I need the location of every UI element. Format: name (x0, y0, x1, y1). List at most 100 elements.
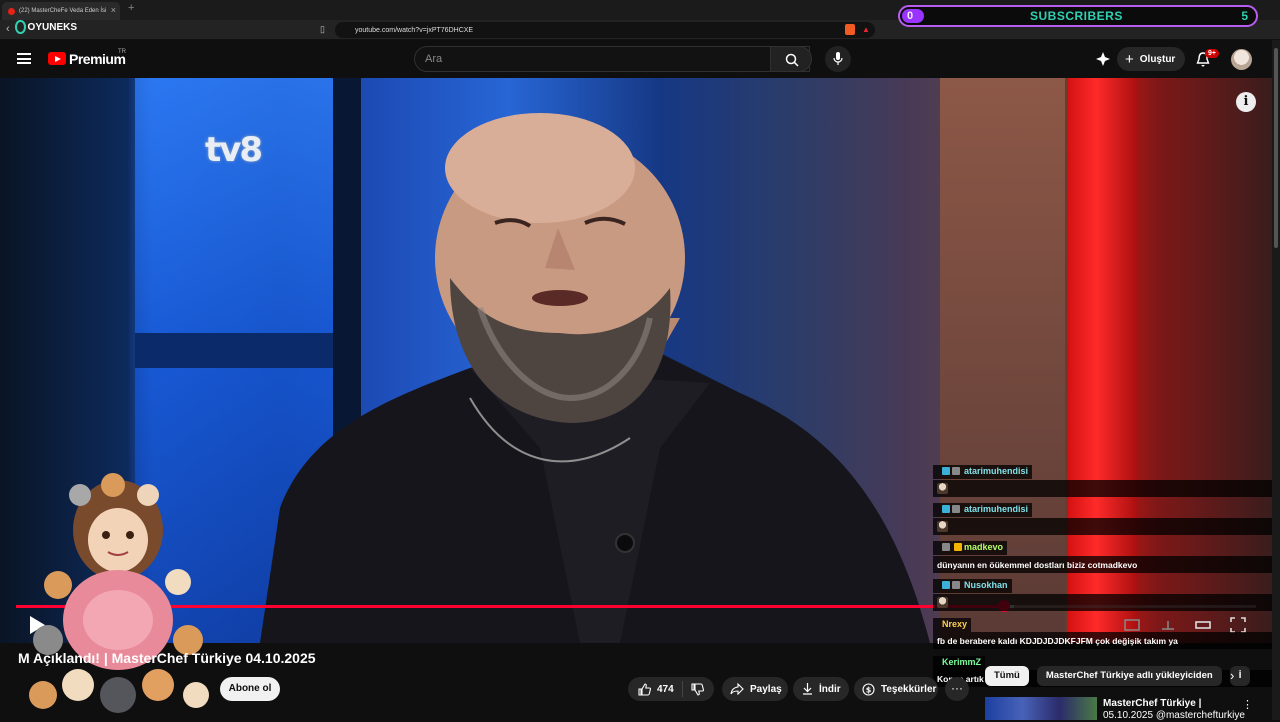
youtube-header: Premium TR Ara + Oluştur 9+ (0, 40, 1280, 78)
chat-username: atarimuhendisi (933, 502, 1033, 517)
chat-badge-icon (954, 543, 962, 551)
related-filter-chips: Tümü MasterChef Türkiye adlı yükleyiciden… (985, 666, 1251, 686)
country-code: TR (118, 49, 126, 55)
subscriber-goal: 5 (1241, 9, 1248, 23)
chat-badge-icon (942, 543, 950, 551)
subscriber-goal-widget: 0 SUBSCRIBERS 5 (898, 5, 1258, 27)
chat-username-text: KerimmZ (942, 657, 982, 667)
create-label: Oluştur (1139, 53, 1176, 65)
chat-username: KerimmZ (933, 655, 986, 670)
new-tab-icon[interactable]: + (128, 2, 134, 14)
chat-username-text: Nrexy (942, 619, 968, 629)
stream-chat-overlay: atarimuhendisi atarimuhendisi madkevo dünya… (933, 462, 1272, 690)
chat-body: fb de berabere kaldı KDJDJDJDKFJFM çok d… (933, 632, 1272, 649)
share-label: Paylaş (750, 683, 782, 695)
chat-text: fb de berabere kaldı KDJDJDJDKFJFM çok d… (937, 635, 1178, 646)
filter-chip[interactable]: MasterChef Türkiye adlı yükleyiciden (1036, 666, 1222, 686)
chevron-right-icon[interactable]: › (1230, 668, 1234, 683)
chat-emote-icon (937, 483, 948, 494)
youtube-logo-icon[interactable] (48, 52, 66, 65)
bookmark-icon[interactable]: ▯ (320, 24, 325, 35)
download-icon (803, 683, 812, 695)
chat-body (933, 518, 1272, 535)
chat-message: atarimuhendisi (933, 500, 1272, 535)
like-dislike-group: 474 (628, 677, 714, 701)
like-divider (681, 681, 683, 697)
recommended-thumbnail[interactable] (985, 697, 1097, 720)
oyuneks-logo: OYUNEKS (15, 16, 77, 38)
account-avatar[interactable] (1231, 49, 1252, 70)
youtube-favicon-icon (8, 7, 15, 15)
search-icon (785, 53, 799, 67)
chat-username-text: Nusokhan (964, 580, 1008, 590)
hamburger-menu-icon[interactable] (17, 53, 31, 64)
chat-message: Nusokhan (933, 576, 1272, 611)
page-scrollbar[interactable] (1272, 40, 1280, 720)
chat-badge-icon (942, 467, 950, 475)
svg-text:$: $ (866, 685, 872, 694)
chat-username: Nusokhan (933, 578, 1012, 593)
back-icon[interactable]: ‹ (6, 23, 10, 35)
search-input[interactable]: Ara (414, 46, 810, 72)
chat-username-text: atarimuhendisi (964, 466, 1029, 476)
kebab-menu-icon[interactable]: ⋮ (1242, 698, 1253, 711)
plus-icon: + (1125, 50, 1134, 68)
chat-username: madkevo (933, 540, 1008, 555)
recommended-title[interactable]: MasterChef Türkiye | 05.10.2025 @masterc… (1103, 698, 1245, 722)
chat-username: atarimuhendisi (933, 464, 1033, 479)
search-placeholder: Ara (425, 53, 443, 65)
sparkle-icon[interactable] (1096, 52, 1110, 66)
share-button[interactable]: Paylaş (722, 677, 788, 701)
chat-badge-icon (952, 581, 960, 589)
search-button[interactable] (770, 46, 812, 72)
chat-username-text: madkevo (964, 542, 1004, 552)
brave-shield-icon[interactable] (845, 24, 855, 35)
like-count[interactable]: 474 (657, 684, 674, 695)
chat-emote-icon (937, 597, 948, 608)
chat-badge-icon (952, 505, 960, 513)
scrollbar-thumb[interactable] (1274, 48, 1278, 248)
thanks-label: Teşekkürler (881, 683, 937, 695)
create-button[interactable]: + Oluştur (1117, 47, 1185, 71)
subscribe-button[interactable]: Abone ol (220, 677, 280, 701)
subscriber-current: 0 (907, 10, 914, 22)
chat-badge-icon (952, 467, 960, 475)
tab-close-icon[interactable]: × (111, 5, 116, 15)
video-title: M Açıklandı! | MasterChef Türkiye 04.10.… (18, 650, 316, 666)
notification-badge: 9+ (1205, 49, 1219, 58)
chat-text: dünyanın en öükemmel dostları biziz cotm… (937, 559, 1138, 570)
recommended-subtitle: 05.10.2025 @masterchefturkiye (1103, 710, 1245, 721)
youtube-brand[interactable]: Premium (69, 51, 126, 67)
super-thanks-icon: $ (862, 682, 875, 696)
subscriber-label: SUBSCRIBERS (1030, 9, 1123, 23)
microphone-icon (833, 52, 843, 65)
url-text: youtube.com/watch?v=jxPT76DHCXE (355, 26, 474, 34)
chat-username-text: atarimuhendisi (964, 504, 1029, 514)
share-icon (730, 683, 744, 695)
chat-emote-icon (937, 521, 948, 532)
filter-chip[interactable]: Tümü (985, 666, 1029, 686)
chat-body: dünyanın en öükemmel dostları biziz cotm… (933, 556, 1272, 573)
thanks-button[interactable]: $ Teşekkürler (854, 677, 938, 701)
thumbs-down-icon[interactable] (691, 682, 704, 696)
chat-username: Nrexy (933, 617, 972, 632)
brave-rewards-icon[interactable]: ▲ (862, 25, 870, 34)
download-label: İndir (819, 683, 841, 695)
streamer-cat-avatar (29, 473, 209, 713)
voice-search-button[interactable] (825, 46, 851, 72)
chat-message: madkevo dünyanın en öükemmel dostları biz… (933, 538, 1272, 573)
chat-body (933, 480, 1272, 497)
url-field[interactable]: youtube.com/watch?v=jxPT76DHCXE (335, 22, 875, 38)
tab-title: (22) MasterCheFe Veda Eden İsi (19, 8, 107, 14)
info-icon[interactable]: i (1236, 92, 1256, 112)
oyuneks-logo-text: OYUNEKS (27, 21, 77, 33)
chef-figure (260, 113, 930, 643)
recommended-title-line: MasterChef Türkiye | (1103, 698, 1202, 709)
download-button[interactable]: İndir (793, 677, 849, 701)
chat-message: Nrexy fb de berabere kaldı KDJDJDJDKFJFM … (933, 614, 1272, 649)
oyuneks-bubble-icon (15, 20, 26, 34)
chat-badge-icon (942, 505, 950, 513)
more-actions-button[interactable]: ··· (945, 677, 969, 701)
chat-badge-icon (942, 581, 950, 589)
thumbs-up-icon[interactable] (638, 682, 651, 696)
